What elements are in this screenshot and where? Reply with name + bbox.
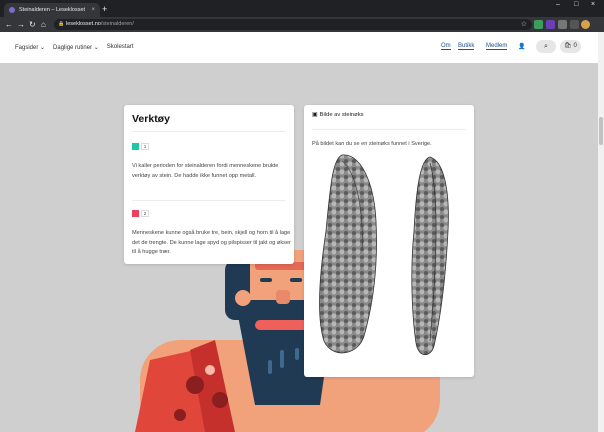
stone-axe-image bbox=[319, 154, 449, 356]
back-arrow-icon[interactable]: ← bbox=[5, 19, 13, 30]
scrollbar-thumb[interactable] bbox=[599, 117, 603, 145]
divider bbox=[132, 131, 286, 132]
tools-card: Verktøy 1 Vi kaller perioden for steinal… bbox=[124, 105, 294, 264]
image-caption: På bildet kan du se en steinøks funnet i… bbox=[312, 141, 432, 147]
teal-marker bbox=[132, 143, 139, 150]
home-icon[interactable]: ⌂ bbox=[41, 19, 46, 30]
item-text: Menneskene kunne også bruke tre, bein, s… bbox=[132, 230, 291, 255]
main-nav: Fagsider ⌄ Daglige rutiner ⌄ Skolestart bbox=[15, 44, 133, 51]
menu-icon[interactable] bbox=[570, 20, 579, 29]
divider bbox=[132, 200, 286, 201]
site-header: Fagsider ⌄ Daglige rutiner ⌄ Skolestart … bbox=[0, 32, 598, 63]
profile-avatar[interactable] bbox=[581, 20, 590, 29]
tab-title: Steinalderen – Leseklosset bbox=[19, 7, 86, 13]
url-path: /steinalderen/ bbox=[100, 21, 134, 27]
nav-item-daglige-rutiner[interactable]: Daglige rutiner ⌄ bbox=[53, 44, 99, 51]
item-number-badge: 1 bbox=[132, 143, 149, 150]
puzzle-icon[interactable] bbox=[558, 20, 567, 29]
item-text: Vi kaller perioden for steinalderen ford… bbox=[132, 163, 279, 179]
forward-arrow-icon[interactable]: → bbox=[17, 19, 25, 30]
reload-icon[interactable]: ↻ bbox=[29, 19, 36, 30]
browser-tab[interactable]: Steinalderen – Leseklosset × bbox=[4, 3, 100, 17]
window-close-button[interactable]: × bbox=[591, 1, 595, 8]
lock-icon: 🔒 bbox=[58, 21, 65, 27]
red-marker bbox=[132, 210, 139, 217]
nav-link-butikk[interactable]: Butikk bbox=[458, 43, 475, 50]
site-favicon-icon bbox=[9, 7, 15, 13]
browser-toolbar: ← → ↻ ⌂ 🔒 leseklosset.no/steinalderen/ ☆ bbox=[0, 17, 604, 32]
address-bar[interactable]: 🔒 leseklosset.no/steinalderen/ ☆ bbox=[54, 19, 532, 30]
nav-link-medlem[interactable]: Medlem bbox=[486, 43, 508, 50]
image-card-title: ▣ Bilde av steinøks bbox=[312, 111, 364, 119]
page-scrollbar[interactable] bbox=[598, 32, 604, 432]
url-domain: leseklosset.no bbox=[66, 21, 101, 27]
maximize-button[interactable]: □ bbox=[574, 1, 578, 8]
bookmark-star-icon[interactable]: ☆ bbox=[521, 19, 527, 30]
item-number: 1 bbox=[141, 143, 149, 150]
bag-icon: 🛍 bbox=[564, 43, 572, 49]
card-title: Verktøy bbox=[132, 113, 170, 125]
extension-icon[interactable] bbox=[546, 20, 555, 29]
tab-close-icon[interactable]: × bbox=[91, 7, 95, 13]
item-number: 2 bbox=[141, 210, 149, 217]
divider bbox=[312, 129, 466, 130]
cart-count: 0 bbox=[573, 43, 577, 49]
search-button[interactable]: ⌕ bbox=[536, 40, 556, 53]
user-icon[interactable]: 👤 bbox=[518, 43, 525, 50]
item-number-badge: 2 bbox=[132, 210, 149, 217]
nav-link-om[interactable]: Om bbox=[441, 43, 451, 50]
new-tab-button[interactable]: + bbox=[102, 3, 107, 15]
image-icon: ▣ bbox=[312, 112, 318, 118]
minimize-button[interactable]: – bbox=[556, 1, 560, 8]
cart-button[interactable]: 🛍 0 bbox=[560, 40, 581, 53]
extension-icon[interactable] bbox=[534, 20, 543, 29]
browser-tabbar: Steinalderen – Leseklosset × + – □ × bbox=[0, 0, 604, 17]
nav-item-fagsider[interactable]: Fagsider ⌄ bbox=[15, 44, 45, 51]
image-card-title-text: Bilde av steinøks bbox=[319, 111, 364, 118]
image-card: ▣ Bilde av steinøks På bildet kan du se … bbox=[304, 105, 474, 377]
nav-item-skolestart[interactable]: Skolestart bbox=[107, 44, 134, 51]
search-icon: ⌕ bbox=[544, 43, 548, 50]
